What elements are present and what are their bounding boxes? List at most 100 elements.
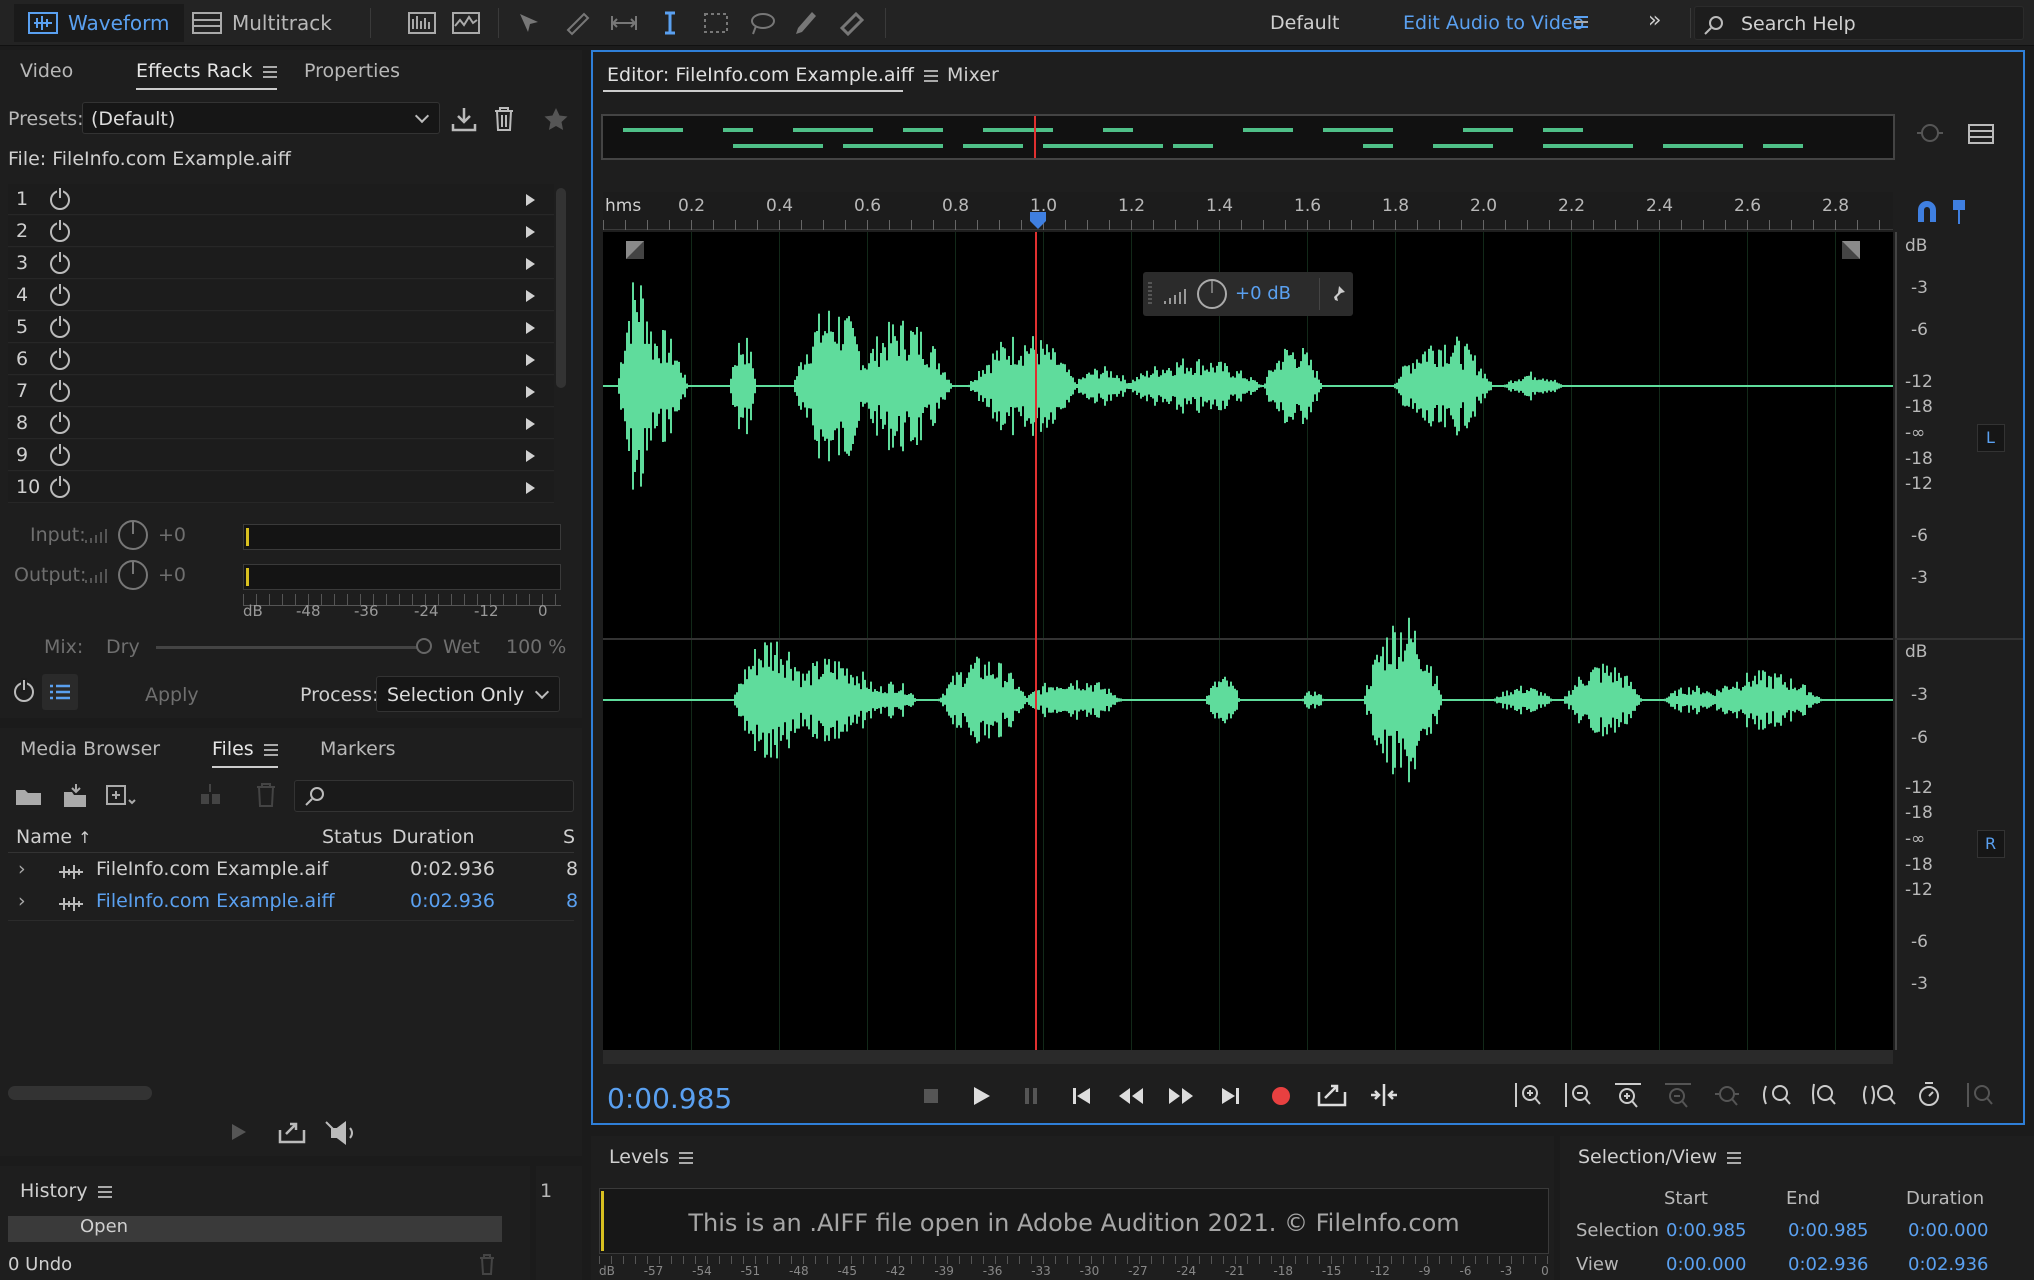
col-name[interactable]: Name ↑ xyxy=(16,826,92,848)
power-icon[interactable] xyxy=(50,188,70,210)
presets-dropdown[interactable]: (Default) xyxy=(82,102,440,134)
insert-into-multitrack-icon[interactable] xyxy=(198,782,232,810)
zoom-out-time-icon[interactable] xyxy=(1663,1080,1693,1110)
view-end[interactable]: 0:02.936 xyxy=(1788,1254,1869,1275)
file-row-selected[interactable]: › FileInfo.com Example.aiff 0:02.936 8 xyxy=(8,888,578,918)
col-sample-rate[interactable]: S xyxy=(563,826,575,848)
files-horizontal-scrollbar[interactable] xyxy=(8,1086,152,1100)
expand-arrow-icon[interactable] xyxy=(526,258,535,270)
zoom-in-time-icon[interactable] xyxy=(1613,1080,1643,1110)
expand-chevron-icon[interactable]: › xyxy=(18,890,26,912)
rack-slot[interactable]: 3 xyxy=(8,248,554,279)
expand-arrow-icon[interactable] xyxy=(526,194,535,206)
move-tool-icon[interactable] xyxy=(516,10,544,36)
marker-pin-icon[interactable] xyxy=(1949,198,1969,226)
zoom-out-full-icon[interactable] xyxy=(1713,1080,1743,1110)
time-selection-tool-icon[interactable] xyxy=(656,10,684,36)
tab-markers[interactable]: Markers xyxy=(320,738,396,760)
col-duration[interactable]: Duration xyxy=(392,826,475,848)
tab-video[interactable]: Video xyxy=(20,60,73,82)
expand-arrow-icon[interactable] xyxy=(526,482,535,494)
power-icon[interactable] xyxy=(50,476,70,498)
power-icon[interactable] xyxy=(50,252,70,274)
zoom-in-amplitude-icon[interactable] xyxy=(1513,1080,1543,1110)
rack-power-icon[interactable] xyxy=(14,680,34,702)
selection-end[interactable]: 0:00.985 xyxy=(1788,1220,1869,1241)
zoom-in-at-start-icon[interactable] xyxy=(1761,1080,1795,1110)
playhead-marker-icon[interactable] xyxy=(1028,212,1048,230)
expand-arrow-icon[interactable] xyxy=(526,354,535,366)
expand-chevron-icon[interactable]: › xyxy=(18,858,26,880)
expand-arrow-icon[interactable] xyxy=(526,418,535,430)
effects-list-button[interactable] xyxy=(42,674,78,710)
power-icon[interactable] xyxy=(50,316,70,338)
panel-menu-icon[interactable] xyxy=(262,65,277,78)
expand-arrow-icon[interactable] xyxy=(526,386,535,398)
workspace-default[interactable]: Default xyxy=(1270,12,1339,34)
selection-duration[interactable]: 0:00.000 xyxy=(1908,1220,1989,1241)
panel-menu-icon[interactable] xyxy=(97,1185,112,1198)
power-icon[interactable] xyxy=(50,284,70,306)
input-gain-dial[interactable] xyxy=(118,520,148,550)
multitrack-mode-button[interactable]: Multitrack xyxy=(178,4,346,42)
razor-tool-icon[interactable] xyxy=(564,10,592,36)
rack-slot[interactable]: 9 xyxy=(8,440,554,471)
tab-media-browser[interactable]: Media Browser xyxy=(20,738,160,760)
zoom-in-at-end-icon[interactable] xyxy=(1811,1080,1845,1110)
brush-tool-icon[interactable] xyxy=(792,10,820,36)
zoom-to-selection-time-icon[interactable] xyxy=(1861,1080,1899,1110)
waveform-mode-button[interactable]: Waveform xyxy=(14,4,184,42)
expand-arrow-icon[interactable] xyxy=(526,290,535,302)
history-item-open[interactable]: Open xyxy=(8,1216,502,1242)
power-icon[interactable] xyxy=(50,380,70,402)
selection-start[interactable]: 0:00.985 xyxy=(1666,1220,1747,1241)
rack-slot[interactable]: 7 xyxy=(8,376,554,407)
rack-slot[interactable]: 6 xyxy=(8,344,554,375)
col-status[interactable]: Status xyxy=(322,826,383,848)
fade-in-handle-icon[interactable] xyxy=(625,240,645,260)
slip-tool-icon[interactable] xyxy=(610,10,638,36)
panel-menu-icon[interactable] xyxy=(263,743,278,756)
marquee-tool-icon[interactable] xyxy=(702,10,730,36)
process-dropdown[interactable]: Selection Only xyxy=(376,676,560,712)
rack-slot[interactable]: 4 xyxy=(8,280,554,311)
loop-playback-icon[interactable] xyxy=(1317,1082,1347,1108)
favorite-star-icon[interactable] xyxy=(543,107,569,131)
play-icon[interactable] xyxy=(969,1084,993,1108)
healing-brush-icon[interactable] xyxy=(838,10,866,36)
tab-files[interactable]: Files xyxy=(212,738,278,768)
loop-preview-icon[interactable] xyxy=(278,1120,306,1144)
tab-mixer[interactable]: Mixer xyxy=(947,64,999,86)
panel-menu-icon[interactable] xyxy=(923,69,938,82)
spectral-frequency-icon[interactable] xyxy=(408,10,436,36)
power-icon[interactable] xyxy=(50,220,70,242)
waveform-display[interactable]: +0 dB xyxy=(603,232,1893,1050)
panel-menu-icon[interactable] xyxy=(1727,1151,1742,1164)
close-file-icon[interactable] xyxy=(254,782,278,808)
pause-icon[interactable] xyxy=(1019,1084,1043,1108)
play-preview-icon[interactable] xyxy=(228,1122,248,1142)
history-tab[interactable]: History xyxy=(20,1180,112,1202)
skip-to-end-icon[interactable] xyxy=(1219,1084,1243,1108)
tab-editor[interactable]: Editor: FileInfo.com Example.aiff xyxy=(607,64,938,86)
mix-slider-handle[interactable] xyxy=(416,638,432,654)
skip-selection-icon[interactable] xyxy=(1369,1082,1399,1108)
spectral-pitch-icon[interactable] xyxy=(452,10,480,36)
workspace-menu-icon[interactable] xyxy=(1574,16,1588,28)
search-help-field[interactable]: Search Help xyxy=(1694,6,2024,40)
power-icon[interactable] xyxy=(50,444,70,466)
auto-play-speaker-icon[interactable] xyxy=(322,1120,362,1146)
levels-tab[interactable]: Levels xyxy=(609,1146,694,1168)
import-file-icon[interactable] xyxy=(60,782,90,810)
files-search-field[interactable] xyxy=(294,780,574,812)
waveform-menu-icon[interactable] xyxy=(1967,122,1995,146)
new-file-icon[interactable] xyxy=(104,782,138,810)
rack-slot[interactable]: 1 xyxy=(8,184,554,215)
expand-arrow-icon[interactable] xyxy=(526,226,535,238)
lasso-tool-icon[interactable] xyxy=(748,10,776,36)
zoom-reset-icon[interactable] xyxy=(1915,1080,1945,1110)
power-icon[interactable] xyxy=(50,348,70,370)
rewind-icon[interactable] xyxy=(1117,1084,1145,1108)
zoom-to-selection-icon[interactable] xyxy=(1915,118,1945,148)
fast-forward-icon[interactable] xyxy=(1167,1084,1195,1108)
